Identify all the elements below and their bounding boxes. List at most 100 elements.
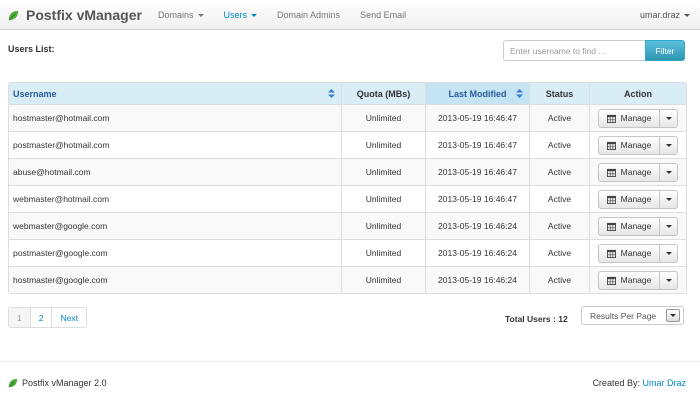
calendar-icon xyxy=(606,276,616,285)
status-cell: Active xyxy=(529,185,589,212)
manage-button[interactable]: Manage xyxy=(597,162,661,182)
nav-item-domain-admins[interactable]: Domain Admins xyxy=(267,0,350,30)
page-link-1[interactable]: 1 xyxy=(9,308,30,327)
action-button-group: Manage xyxy=(597,108,679,128)
table-header-row: Username Quota (MBs) Last Modified Statu… xyxy=(9,83,686,104)
username-cell: hostmaster@google.com xyxy=(9,266,341,293)
action-button-group: Manage xyxy=(597,216,679,236)
nav-item-domains[interactable]: Domains xyxy=(148,0,214,30)
calendar-icon xyxy=(606,141,616,150)
calendar-icon xyxy=(606,249,616,258)
action-cell: Manage xyxy=(589,239,686,266)
manage-button[interactable]: Manage xyxy=(597,243,661,263)
user-menu[interactable]: umar.draz xyxy=(640,0,690,30)
action-button-group: Manage xyxy=(597,135,679,155)
manage-button[interactable]: Manage xyxy=(597,189,661,209)
status-cell: Active xyxy=(529,266,589,293)
last-modified-cell: 2013-05-19 16:46:47 xyxy=(425,185,529,212)
caret-down-icon xyxy=(665,278,672,282)
status-cell: Active xyxy=(529,212,589,239)
footer-brand: Postfix vManager 2.0 xyxy=(8,378,107,388)
column-header-last-modified[interactable]: Last Modified xyxy=(425,83,529,104)
table-row: postmaster@hotmail.com Unlimited 2013-05-1… xyxy=(9,131,686,158)
status-cell: Active xyxy=(529,239,589,266)
leaf-icon xyxy=(8,378,18,388)
last-modified-cell: 2013-05-19 16:46:47 xyxy=(425,158,529,185)
search-form: Filter xyxy=(503,40,685,61)
manage-button-label: Manage xyxy=(620,140,652,150)
manage-dropdown-toggle[interactable] xyxy=(660,162,679,182)
action-button-group: Manage xyxy=(597,270,679,290)
caret-down-icon xyxy=(665,170,672,174)
brand-label: Postfix vManager xyxy=(26,7,142,23)
column-header-quota[interactable]: Quota (MBs) xyxy=(341,83,425,104)
caret-down-icon xyxy=(665,143,672,147)
pagination: 1 2 Next xyxy=(8,307,87,328)
footer-credit: Created By: Umar Draz xyxy=(592,378,686,388)
action-button-group: Manage xyxy=(597,243,679,263)
manage-dropdown-toggle[interactable] xyxy=(660,189,679,209)
nav-item-users[interactable]: Users xyxy=(214,0,268,30)
manage-button[interactable]: Manage xyxy=(597,216,661,236)
author-link[interactable]: Umar Draz xyxy=(642,378,686,388)
username-cell: postmaster@hotmail.com xyxy=(9,131,341,158)
column-header-label: Quota (MBs) xyxy=(356,88,411,99)
username-cell: webmaster@hotmail.com xyxy=(9,185,341,212)
caret-down-icon xyxy=(197,13,204,17)
table-row: hostmaster@google.com Unlimited 2013-05-19… xyxy=(9,266,686,293)
quota-cell: Unlimited xyxy=(341,158,425,185)
column-header-label: Action xyxy=(624,88,652,99)
user-name: umar.draz xyxy=(639,10,680,20)
table-row: postmaster@google.com Unlimited 2013-05-19… xyxy=(9,239,686,266)
status-cell: Active xyxy=(529,131,589,158)
quota-cell: Unlimited xyxy=(341,104,425,131)
table-row: abuse@hotmail.com Unlimited 2013-05-19 16:… xyxy=(9,158,686,185)
calendar-icon xyxy=(606,114,616,123)
footer-credit-label: Created By: xyxy=(592,378,640,388)
last-modified-cell: 2013-05-19 16:46:24 xyxy=(425,239,529,266)
column-header-label: Status xyxy=(545,88,574,99)
page-link-2[interactable]: 2 xyxy=(29,308,52,327)
select-value: Results Per Page xyxy=(590,310,657,321)
caret-down-icon xyxy=(684,13,690,17)
manage-button-label: Manage xyxy=(620,275,652,285)
results-per-page-select[interactable]: Results Per Page xyxy=(581,306,684,325)
status-cell: Active xyxy=(529,158,589,185)
username-cell: hostmaster@hotmail.com xyxy=(9,104,341,131)
manage-button-label: Manage xyxy=(620,167,652,177)
table-row: webmaster@google.com Unlimited 2013-05-19 … xyxy=(9,212,686,239)
chevron-down-icon[interactable] xyxy=(666,309,680,322)
manage-dropdown-toggle[interactable] xyxy=(660,243,679,263)
brand[interactable]: Postfix vManager xyxy=(8,5,142,25)
manage-dropdown-toggle[interactable] xyxy=(660,108,679,128)
username-cell: postmaster@google.com xyxy=(9,239,341,266)
username-cell: webmaster@google.com xyxy=(9,212,341,239)
manage-dropdown-toggle[interactable] xyxy=(660,135,679,155)
action-cell: Manage xyxy=(589,158,686,185)
username-cell: abuse@hotmail.com xyxy=(9,158,341,185)
action-cell: Manage xyxy=(589,212,686,239)
last-modified-cell: 2013-05-19 16:46:47 xyxy=(425,104,529,131)
quota-cell: Unlimited xyxy=(341,266,425,293)
manage-dropdown-toggle[interactable] xyxy=(660,216,679,236)
manage-button[interactable]: Manage xyxy=(597,270,661,290)
column-header-username[interactable]: Username xyxy=(9,83,341,104)
manage-button[interactable]: Manage xyxy=(597,135,661,155)
last-modified-cell: 2013-05-19 16:46:24 xyxy=(425,266,529,293)
filter-button[interactable]: Filter xyxy=(645,40,685,61)
manage-button[interactable]: Manage xyxy=(597,108,661,128)
caret-down-icon xyxy=(251,13,258,17)
search-input[interactable] xyxy=(503,40,645,61)
footer-version: Postfix vManager 2.0 xyxy=(22,378,107,388)
action-button-group: Manage xyxy=(597,162,679,182)
last-modified-cell: 2013-05-19 16:46:24 xyxy=(425,212,529,239)
page-link-next[interactable]: Next xyxy=(51,308,86,327)
column-header-label: Username xyxy=(13,88,57,99)
manage-button-label: Manage xyxy=(620,221,652,231)
caret-down-icon xyxy=(665,197,672,201)
nav-item-send-email[interactable]: Send Email xyxy=(350,0,416,30)
nav-item-label: Users xyxy=(223,10,248,20)
quota-cell: Unlimited xyxy=(341,212,425,239)
manage-dropdown-toggle[interactable] xyxy=(660,270,679,290)
action-cell: Manage xyxy=(589,185,686,212)
